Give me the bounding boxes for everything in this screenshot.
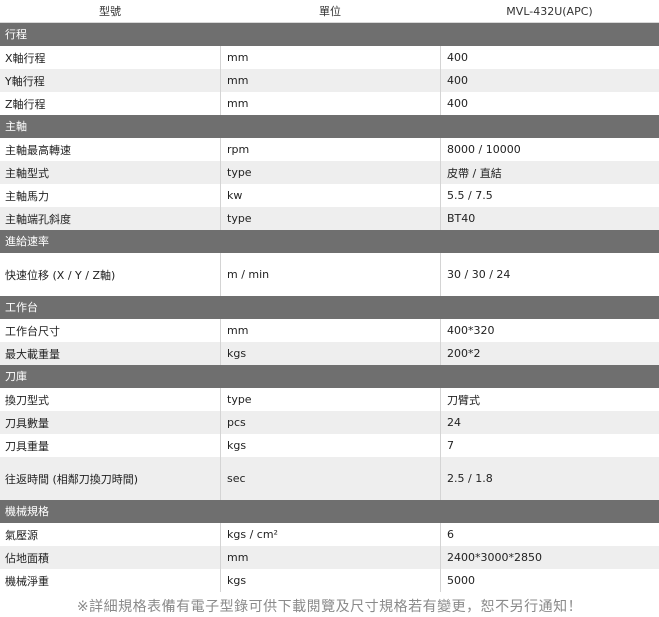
spec-value: 400 [440, 46, 659, 69]
spec-name: 工作台尺寸 [5, 324, 60, 338]
spec-row: 快速位移 (X / Y / Z軸) m / min 30 / 30 / 24 [0, 253, 659, 296]
spec-value: 30 / 30 / 24 [440, 253, 659, 296]
spec-value: 2.5 / 1.8 [440, 457, 659, 500]
spec-unit: pcs [220, 411, 440, 434]
spec-value: 400*320 [440, 319, 659, 342]
spec-name: 快速位移 (X / Y / Z軸) [5, 268, 116, 282]
spec-unit: rpm [220, 138, 440, 161]
spec-unit: type [220, 161, 440, 184]
spec-name: 佔地面積 [5, 551, 49, 565]
spec-name: 刀具數量 [5, 416, 49, 430]
spec-row: 刀具數量 pcs 24 [0, 411, 659, 434]
section-title: 工作台 [0, 296, 659, 319]
spec-unit: kgs [220, 342, 440, 365]
spec-unit: kgs / cm² [220, 523, 440, 546]
section-title: 進給速率 [0, 230, 659, 253]
spec-unit: m / min [220, 253, 440, 296]
spec-name: X軸行程 [5, 51, 46, 65]
spec-value: 2400*3000*2850 [440, 546, 659, 569]
footer-note: ※詳細規格表備有電子型錄可供下載閱覽及尺寸規格若有變更，恕不另行通知！ [76, 599, 583, 615]
spec-value: 24 [440, 411, 659, 434]
spec-row: 換刀型式 type 刀臂式 [0, 388, 659, 411]
spec-value: 5000 [440, 569, 659, 592]
spec-name: 換刀型式 [5, 393, 49, 407]
spec-value: 400 [440, 69, 659, 92]
spec-unit: kgs [220, 569, 440, 592]
header-model-label: 型號 [99, 5, 121, 18]
spec-sections: 行程 X軸行程 mm 400 Y軸行程 mm 400 Z軸行程 mm 400 主軸 主軸最高轉速 rpm… [0, 23, 659, 592]
spec-name: 機械淨重 [5, 574, 49, 588]
spec-row: Y軸行程 mm 400 [0, 69, 659, 92]
spec-unit: kw [220, 184, 440, 207]
spec-name: 主軸端孔斜度 [5, 212, 71, 226]
spec-unit: type [220, 388, 440, 411]
section-title: 行程 [0, 23, 659, 46]
spec-row: 機械淨重 kgs 5000 [0, 569, 659, 592]
spec-row: 主軸端孔斜度 type BT40 [0, 207, 659, 230]
spec-row: 往返時間 (相鄰刀換刀時間) sec 2.5 / 1.8 [0, 457, 659, 500]
spec-row: 工作台尺寸 mm 400*320 [0, 319, 659, 342]
spec-name: 最大載重量 [5, 347, 60, 361]
section-title: 主軸 [0, 115, 659, 138]
section-title: 刀庫 [0, 365, 659, 388]
spec-unit: type [220, 207, 440, 230]
spec-row: Z軸行程 mm 400 [0, 92, 659, 115]
spec-row: 佔地面積 mm 2400*3000*2850 [0, 546, 659, 569]
spec-value: BT40 [440, 207, 659, 230]
spec-unit: mm [220, 69, 440, 92]
spec-name: 主軸最高轉速 [5, 143, 71, 157]
spec-name: Y軸行程 [5, 74, 45, 88]
spec-name: 主軸型式 [5, 166, 49, 180]
section-title: 機械規格 [0, 500, 659, 523]
spec-unit: kgs [220, 434, 440, 457]
spec-row: 主軸最高轉速 rpm 8000 / 10000 [0, 138, 659, 161]
spec-value: 7 [440, 434, 659, 457]
spec-name: 氣壓源 [5, 528, 38, 542]
header-unit-label: 單位 [319, 5, 341, 18]
spec-row: X軸行程 mm 400 [0, 46, 659, 69]
spec-value: 200*2 [440, 342, 659, 365]
spec-row: 主軸馬力 kw 5.5 / 7.5 [0, 184, 659, 207]
spec-value: 6 [440, 523, 659, 546]
spec-table: 型號 單位 MVL-432U(APC) 行程 X軸行程 mm 400 Y軸行程 mm 400… [0, 0, 659, 616]
spec-unit: mm [220, 319, 440, 342]
spec-row: 主軸型式 type 皮帶 / 直結 [0, 161, 659, 184]
header-model-value: MVL-432U(APC) [506, 4, 593, 18]
spec-row: 最大載重量 kgs 200*2 [0, 342, 659, 365]
spec-value: 400 [440, 92, 659, 115]
spec-name: Z軸行程 [5, 97, 46, 111]
spec-unit: sec [220, 457, 440, 500]
spec-name: 往返時間 (相鄰刀換刀時間) [5, 472, 139, 486]
spec-unit: mm [220, 546, 440, 569]
spec-unit: mm [220, 46, 440, 69]
spec-name: 刀具重量 [5, 439, 49, 453]
spec-value: 5.5 / 7.5 [440, 184, 659, 207]
spec-name: 主軸馬力 [5, 189, 49, 203]
spec-value: 刀臂式 [440, 388, 659, 411]
spec-row: 氣壓源 kgs / cm² 6 [0, 523, 659, 546]
spec-value: 皮帶 / 直結 [440, 161, 659, 184]
table-header: 型號 單位 MVL-432U(APC) [0, 0, 659, 23]
spec-row: 刀具重量 kgs 7 [0, 434, 659, 457]
spec-value: 8000 / 10000 [440, 138, 659, 161]
spec-unit: mm [220, 92, 440, 115]
